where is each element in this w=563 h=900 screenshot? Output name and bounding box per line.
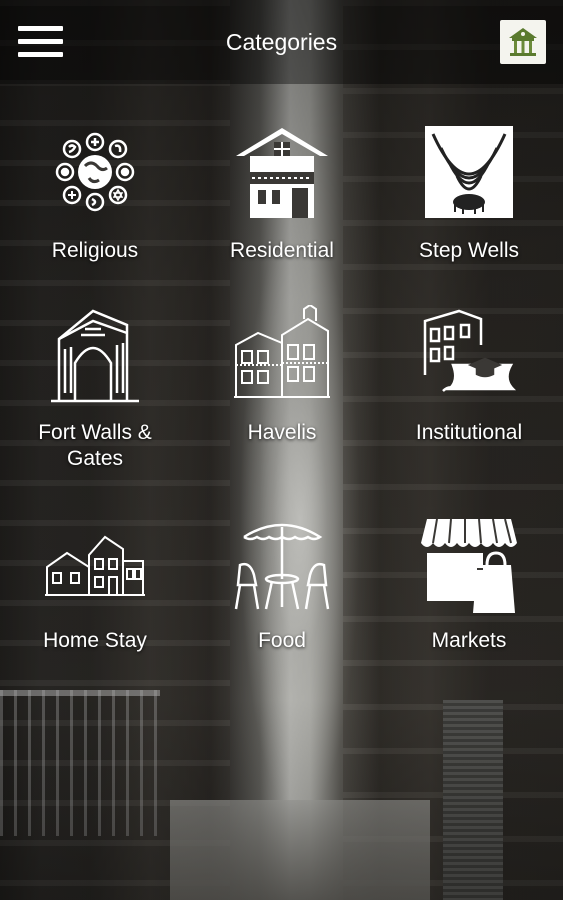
religious-symbols-icon [45,122,145,222]
category-label: Fort Walls & Gates [38,421,152,470]
category-label: Markets [431,629,507,652]
step-well-icon [419,122,519,222]
category-label: Residential [230,239,334,262]
category-residential[interactable]: Residential [192,122,372,272]
category-institutional[interactable]: Institutional [379,305,559,475]
app-logo-icon[interactable] [500,20,546,64]
category-label: Institutional [415,421,523,444]
cafe-table-icon [232,515,332,615]
fort-gate-icon [45,305,145,405]
category-label: Religious [51,239,139,262]
category-label: Havelis [247,421,317,444]
category-markets[interactable]: Markets [379,515,559,665]
category-label: Food [258,629,306,652]
institution-icon [419,305,519,405]
category-step-wells[interactable]: Step Wells [379,122,559,272]
page-title: Categories [225,29,338,55]
categories-screen: Categories Religious Residential Step We… [0,0,563,900]
category-label: Home Stay [43,629,147,652]
category-label: Step Wells [419,239,519,262]
category-havelis[interactable]: Havelis [192,303,372,475]
category-home-stay[interactable]: Home Stay [5,515,185,665]
category-fort-walls-gates[interactable]: Fort Walls & Gates [5,305,185,475]
home-stay-icon [45,515,145,615]
category-food[interactable]: Food [192,515,372,665]
house-icon [232,122,332,222]
top-app-bar: Categories [0,0,563,84]
market-stall-icon [419,515,519,615]
category-religious[interactable]: Religious [5,122,185,272]
haveli-icon [232,303,332,405]
